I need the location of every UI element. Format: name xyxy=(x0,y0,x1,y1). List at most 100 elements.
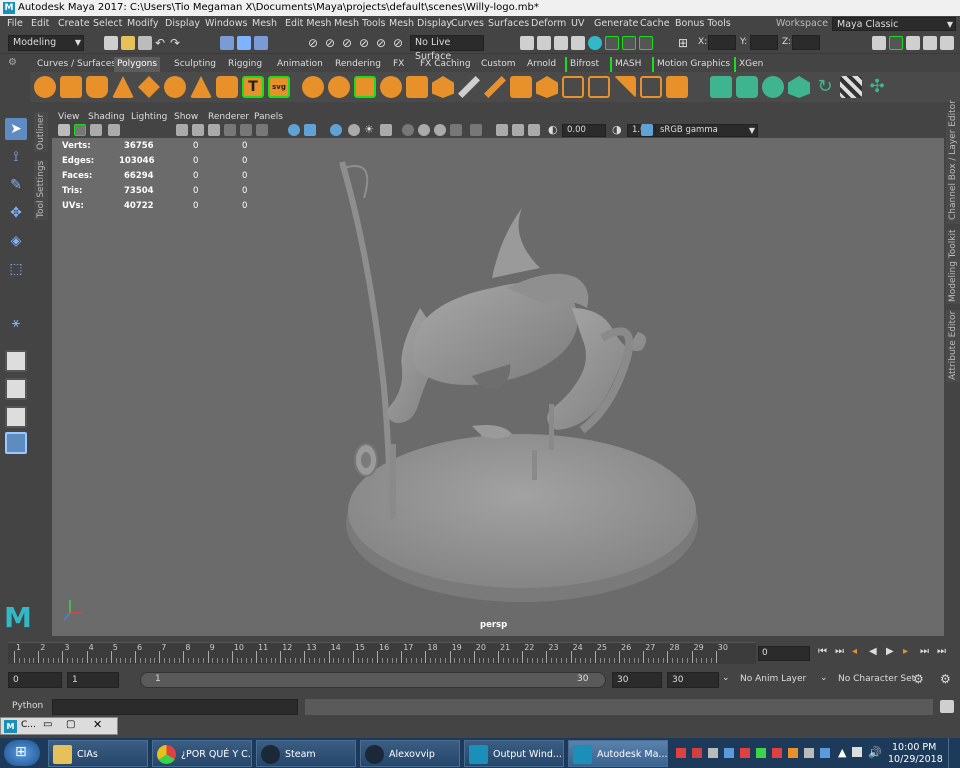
anim-layer-label[interactable]: No Anim Layer xyxy=(740,674,806,684)
tray-app-icon[interactable] xyxy=(692,748,702,758)
tab-bifrost[interactable]: Bifrost xyxy=(565,57,602,72)
hypershade-icon[interactable] xyxy=(588,36,602,50)
open-scene-icon[interactable] xyxy=(121,36,135,50)
tab-curves-surfaces[interactable]: Curves / Surfaces xyxy=(34,57,119,72)
snap-curve-icon[interactable]: ⊘ xyxy=(325,36,339,50)
script-editor-icon[interactable] xyxy=(940,700,954,713)
transform-input-icon[interactable]: ⊞ xyxy=(678,36,692,50)
tab-xgen[interactable]: XGen xyxy=(734,57,766,72)
paint-select-tool-icon[interactable]: ✎ xyxy=(5,174,27,196)
separate-icon[interactable] xyxy=(328,76,350,98)
shelf-options[interactable]: ⚙ xyxy=(8,57,22,101)
image-plane-icon[interactable] xyxy=(108,124,120,136)
mirror-icon[interactable] xyxy=(354,76,376,98)
tray-app-icon[interactable] xyxy=(772,748,782,758)
xray-components-icon[interactable] xyxy=(528,124,540,136)
connect-icon[interactable] xyxy=(510,76,532,98)
tab-custom[interactable]: Custom xyxy=(478,57,518,72)
panel-menu-shading[interactable]: Shading xyxy=(88,110,125,124)
smooth-icon[interactable] xyxy=(380,76,402,98)
spherical-uv-icon[interactable] xyxy=(762,76,784,98)
film-gate-icon[interactable] xyxy=(192,124,204,136)
menu-windows[interactable]: Windows xyxy=(205,16,247,32)
menu-edit-mesh[interactable]: Edit Mesh xyxy=(285,16,331,32)
four-view-layout-icon[interactable] xyxy=(5,378,27,400)
go-to-end-icon[interactable]: ⏭ xyxy=(937,646,946,657)
tab-rendering[interactable]: Rendering xyxy=(332,57,384,72)
last-tool-icon[interactable]: ⚹ xyxy=(5,312,27,334)
poly-text-icon[interactable]: T xyxy=(242,76,264,98)
camera-attr-icon[interactable] xyxy=(74,124,86,136)
wireframe-icon[interactable] xyxy=(288,124,300,136)
tray-app-icon[interactable] xyxy=(756,748,766,758)
playback-start-field[interactable]: 1 xyxy=(67,672,119,688)
exposure-icon[interactable]: ◐ xyxy=(548,124,560,136)
play-back-icon[interactable]: ◀ xyxy=(869,646,877,657)
poly-cone-icon[interactable] xyxy=(112,76,134,98)
start-button[interactable]: ⊞ xyxy=(4,740,40,766)
panel-menu-lighting[interactable]: Lighting xyxy=(131,110,167,124)
select-object-icon[interactable] xyxy=(237,36,251,50)
menu-uv[interactable]: UV xyxy=(571,16,584,32)
menu-select[interactable]: Select xyxy=(93,16,122,32)
grid-icon[interactable] xyxy=(176,124,188,136)
bridge-icon[interactable] xyxy=(562,76,584,98)
field-chart-icon[interactable] xyxy=(240,124,252,136)
tab-fx[interactable]: FX xyxy=(390,57,407,72)
view-transform-dropdown[interactable]: sRGB gamma ▼ xyxy=(655,124,758,137)
select-component-icon[interactable] xyxy=(254,36,268,50)
z-field[interactable] xyxy=(792,35,820,50)
menu-modify[interactable]: Modify xyxy=(127,16,158,32)
poly-pipe-icon[interactable] xyxy=(216,76,238,98)
maximize-icon[interactable]: ▢ xyxy=(66,719,75,730)
clock-date[interactable]: 10/29/2018 xyxy=(888,754,943,765)
end-time-field[interactable]: 30 xyxy=(667,672,719,688)
snap-point-icon[interactable]: ⊘ xyxy=(342,36,356,50)
target-weld-icon[interactable] xyxy=(484,76,506,98)
combine-icon[interactable] xyxy=(302,76,324,98)
modeling-toolkit-tab[interactable]: Modeling Toolkit xyxy=(946,229,960,304)
modeling-toolkit-icon[interactable] xyxy=(872,36,886,50)
workspace-dropdown[interactable]: Maya Classic ▼ xyxy=(832,17,956,31)
timeline-track[interactable]: 1 2 3 4 5 6 7 8 9 10 11 12 13 14 15 16 17 18 19 20 21 22 23 24 2… xyxy=(8,642,756,664)
character-controls-icon[interactable] xyxy=(889,36,903,50)
smooth-shade-icon[interactable] xyxy=(304,124,316,136)
poly-sphere-icon[interactable] xyxy=(34,76,56,98)
uv-editor-icon[interactable]: ↻ xyxy=(814,76,836,98)
playback-end-field[interactable]: 30 xyxy=(612,672,662,688)
tab-animation[interactable]: Animation xyxy=(274,57,326,72)
poly-cylinder-icon[interactable] xyxy=(86,76,108,98)
menu-deform[interactable]: Deform xyxy=(531,16,566,32)
volume-icon[interactable]: 🔊 xyxy=(868,746,882,759)
mode-dropdown[interactable]: Modeling ▼ xyxy=(8,35,84,51)
menu-display[interactable]: Display xyxy=(165,16,200,32)
xray-icon[interactable] xyxy=(496,124,508,136)
depth-of-field-icon[interactable] xyxy=(450,124,462,136)
attribute-editor-icon[interactable] xyxy=(906,36,920,50)
close-icon[interactable]: ✕ xyxy=(93,718,102,731)
select-tool-icon[interactable]: ➤ xyxy=(5,118,27,140)
range-slider[interactable]: 1 30 xyxy=(140,672,606,688)
menu-mesh-tools[interactable]: Mesh Tools xyxy=(334,16,385,32)
render-settings-icon[interactable] xyxy=(520,36,534,50)
motion-blur-icon[interactable] xyxy=(418,124,430,136)
bookmark-icon[interactable] xyxy=(90,124,102,136)
tray-app-icon[interactable] xyxy=(788,748,798,758)
two-view-layout-icon[interactable] xyxy=(5,406,27,428)
isolate-select-icon[interactable] xyxy=(470,124,482,136)
snap-live-icon[interactable]: ⊘ xyxy=(376,36,390,50)
menu-mesh[interactable]: Mesh xyxy=(252,16,277,32)
new-scene-icon[interactable] xyxy=(104,36,118,50)
restore-icon[interactable]: ▭ xyxy=(43,719,52,730)
menu-edit[interactable]: Edit xyxy=(31,16,49,32)
snap-grid-icon[interactable]: ⊘ xyxy=(308,36,322,50)
menu-cache[interactable]: Cache xyxy=(640,16,670,32)
select-hierarchy-icon[interactable] xyxy=(220,36,234,50)
tab-arnold[interactable]: Arnold xyxy=(524,57,559,72)
textured-icon[interactable] xyxy=(348,124,360,136)
tab-motion-graphics[interactable]: Motion Graphics xyxy=(652,57,733,72)
tray-app-icon[interactable] xyxy=(676,748,686,758)
taskbar-item-output-window[interactable]: Output Wind... xyxy=(464,740,564,767)
start-time-field[interactable]: 0 xyxy=(8,672,62,688)
step-back-frame-icon[interactable]: ◂ xyxy=(852,646,857,657)
